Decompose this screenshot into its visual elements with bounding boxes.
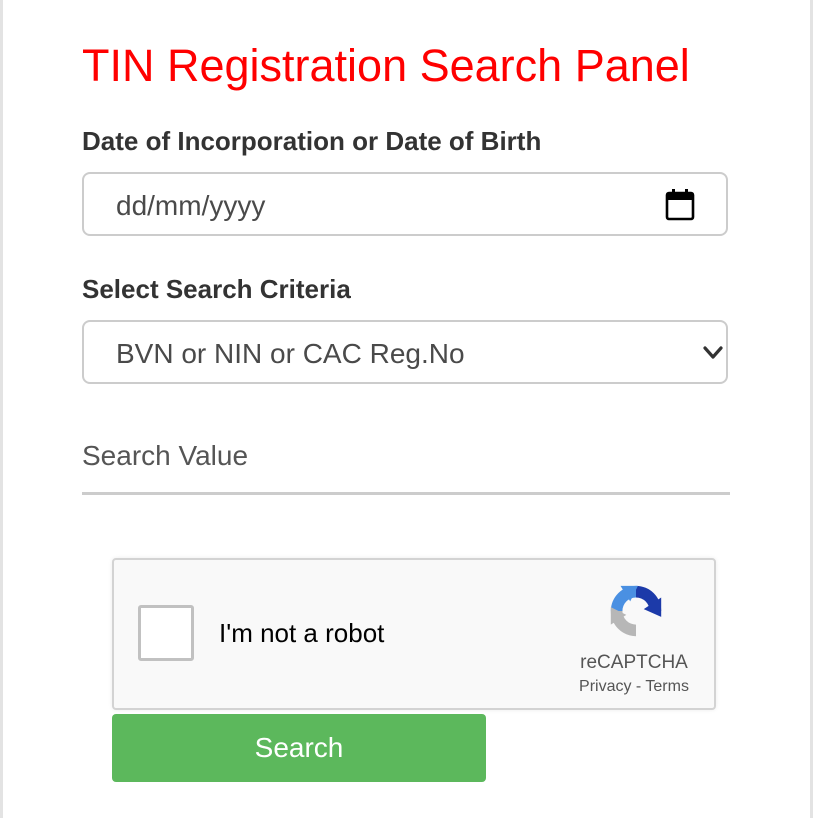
dob-label: Date of Incorporation or Date of Birth <box>82 126 542 156</box>
captcha-label: I'm not a robot <box>219 618 385 648</box>
dob-date-placeholder: dd/mm/yyyy <box>116 190 266 221</box>
search-value-placeholder: Search Value <box>82 440 249 471</box>
search-value-input[interactable]: Search Value <box>82 430 730 496</box>
search-criteria-value: BVN or NIN or CAC Reg.No <box>116 338 465 369</box>
dob-date-input[interactable]: dd/mm/yyyy <box>82 172 728 236</box>
search-button[interactable]: Search <box>112 714 486 782</box>
page-title: TIN Registration Search Panel <box>82 40 690 91</box>
criteria-label: Select Search Criteria <box>82 274 351 304</box>
recaptcha-links: Privacy - Terms <box>554 678 714 696</box>
calendar-icon[interactable] <box>665 189 695 221</box>
search-criteria-select[interactable]: BVN or NIN or CAC Reg.No <box>82 320 728 384</box>
right-border <box>810 0 813 818</box>
chevron-down-icon <box>703 346 723 359</box>
recaptcha-widget: I'm not a robot reCAPTCHA Privacy - Term… <box>112 558 716 710</box>
recaptcha-separator: - <box>635 678 642 695</box>
search-value-underline <box>82 492 730 495</box>
left-border <box>0 0 3 818</box>
recaptcha-terms-link[interactable]: Terms <box>645 678 689 695</box>
recaptcha-privacy-link[interactable]: Privacy <box>579 678 631 695</box>
recaptcha-logo-icon <box>610 585 662 637</box>
recaptcha-brand: reCAPTCHA <box>580 652 688 673</box>
captcha-checkbox[interactable] <box>138 605 194 661</box>
